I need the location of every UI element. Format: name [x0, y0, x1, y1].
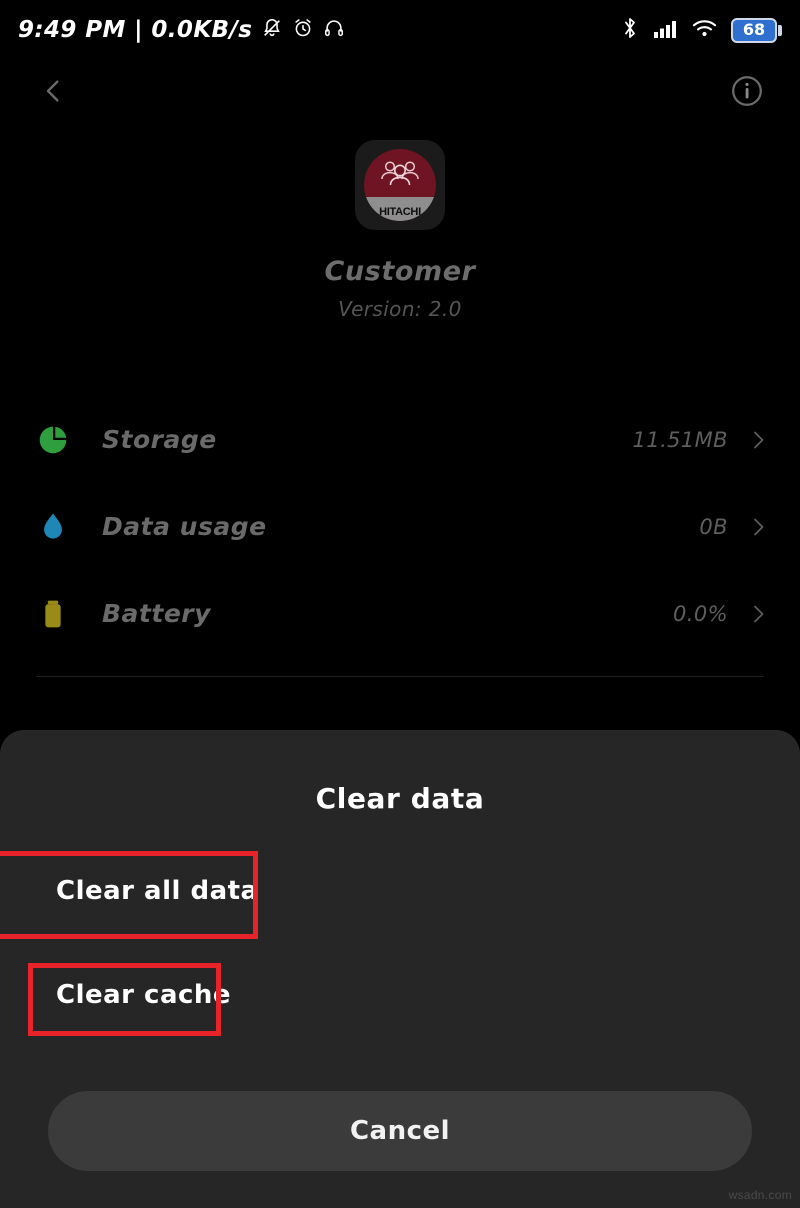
app-header: HITACHI Customer Version: 2.0: [0, 140, 800, 321]
row-label: Storage: [102, 425, 217, 454]
row-value: 0B: [699, 514, 728, 539]
notification-muted-icon: [261, 17, 283, 43]
back-chevron-icon: [38, 76, 68, 110]
option-label: Clear cache: [56, 980, 232, 1010]
chevron-right-icon: [746, 515, 770, 539]
app-info-rows: Storage 11.51MB Data usage 0B Battery 0.…: [0, 396, 800, 657]
status-bar: 9:49 PM | 0.0KB/s 68: [0, 0, 800, 60]
row-data-usage[interactable]: Data usage 0B: [0, 483, 800, 570]
row-value: 11.51MB: [632, 427, 728, 452]
battery-icon: [36, 597, 76, 631]
sheet-title: Clear data: [315, 782, 485, 815]
watermark: wsadn.com: [728, 1188, 792, 1202]
signal-icon: [653, 17, 679, 43]
water-drop-icon: [36, 510, 76, 544]
row-battery[interactable]: Battery 0.0%: [0, 570, 800, 657]
people-group-icon: [378, 160, 422, 192]
app-info-button[interactable]: [724, 70, 770, 116]
headphones-icon: [323, 17, 345, 43]
chevron-right-icon: [746, 428, 770, 452]
row-label: Battery: [102, 599, 211, 628]
status-bar-left: 9:49 PM | 0.0KB/s: [18, 17, 345, 43]
app-icon-circle: HITACHI: [364, 149, 436, 221]
app-bar: [0, 60, 800, 126]
app-name: Customer: [324, 256, 476, 287]
row-storage[interactable]: Storage 11.51MB: [0, 396, 800, 483]
battery-status-icon: 68: [731, 17, 782, 43]
option-label: Clear all data: [56, 876, 259, 906]
battery-cap: [778, 24, 782, 36]
row-label: Data usage: [102, 512, 267, 541]
row-value: 0.0%: [673, 601, 728, 626]
alarm-icon: [292, 17, 314, 43]
status-clock-network: 9:49 PM | 0.0KB/s: [18, 17, 253, 43]
phone-screen: 9:49 PM | 0.0KB/s 68 HITACHI Customer Ve…: [0, 0, 800, 1208]
clear-all-data-option[interactable]: Clear all data: [0, 839, 800, 943]
status-bar-right: 68: [620, 16, 782, 44]
clear-data-bottom-sheet: Clear data Clear all data Clear cache Ca…: [0, 730, 800, 1208]
cancel-label: Cancel: [349, 1116, 451, 1146]
cancel-button[interactable]: Cancel: [48, 1091, 752, 1171]
info-circle-icon: [729, 73, 765, 113]
pie-chart-icon: [36, 423, 76, 457]
app-icon-brand-text: HITACHI: [379, 206, 421, 218]
customer-app-icon: HITACHI: [355, 140, 445, 230]
app-version: Version: 2.0: [338, 297, 462, 321]
battery-percent-label: 68: [742, 20, 766, 39]
chevron-right-icon: [746, 602, 770, 626]
battery-body: 68: [731, 17, 777, 43]
back-button[interactable]: [30, 70, 76, 116]
section-divider: [36, 676, 764, 677]
wifi-icon: [692, 17, 718, 43]
bluetooth-icon: [620, 16, 640, 44]
clear-cache-option[interactable]: Clear cache: [0, 943, 800, 1047]
